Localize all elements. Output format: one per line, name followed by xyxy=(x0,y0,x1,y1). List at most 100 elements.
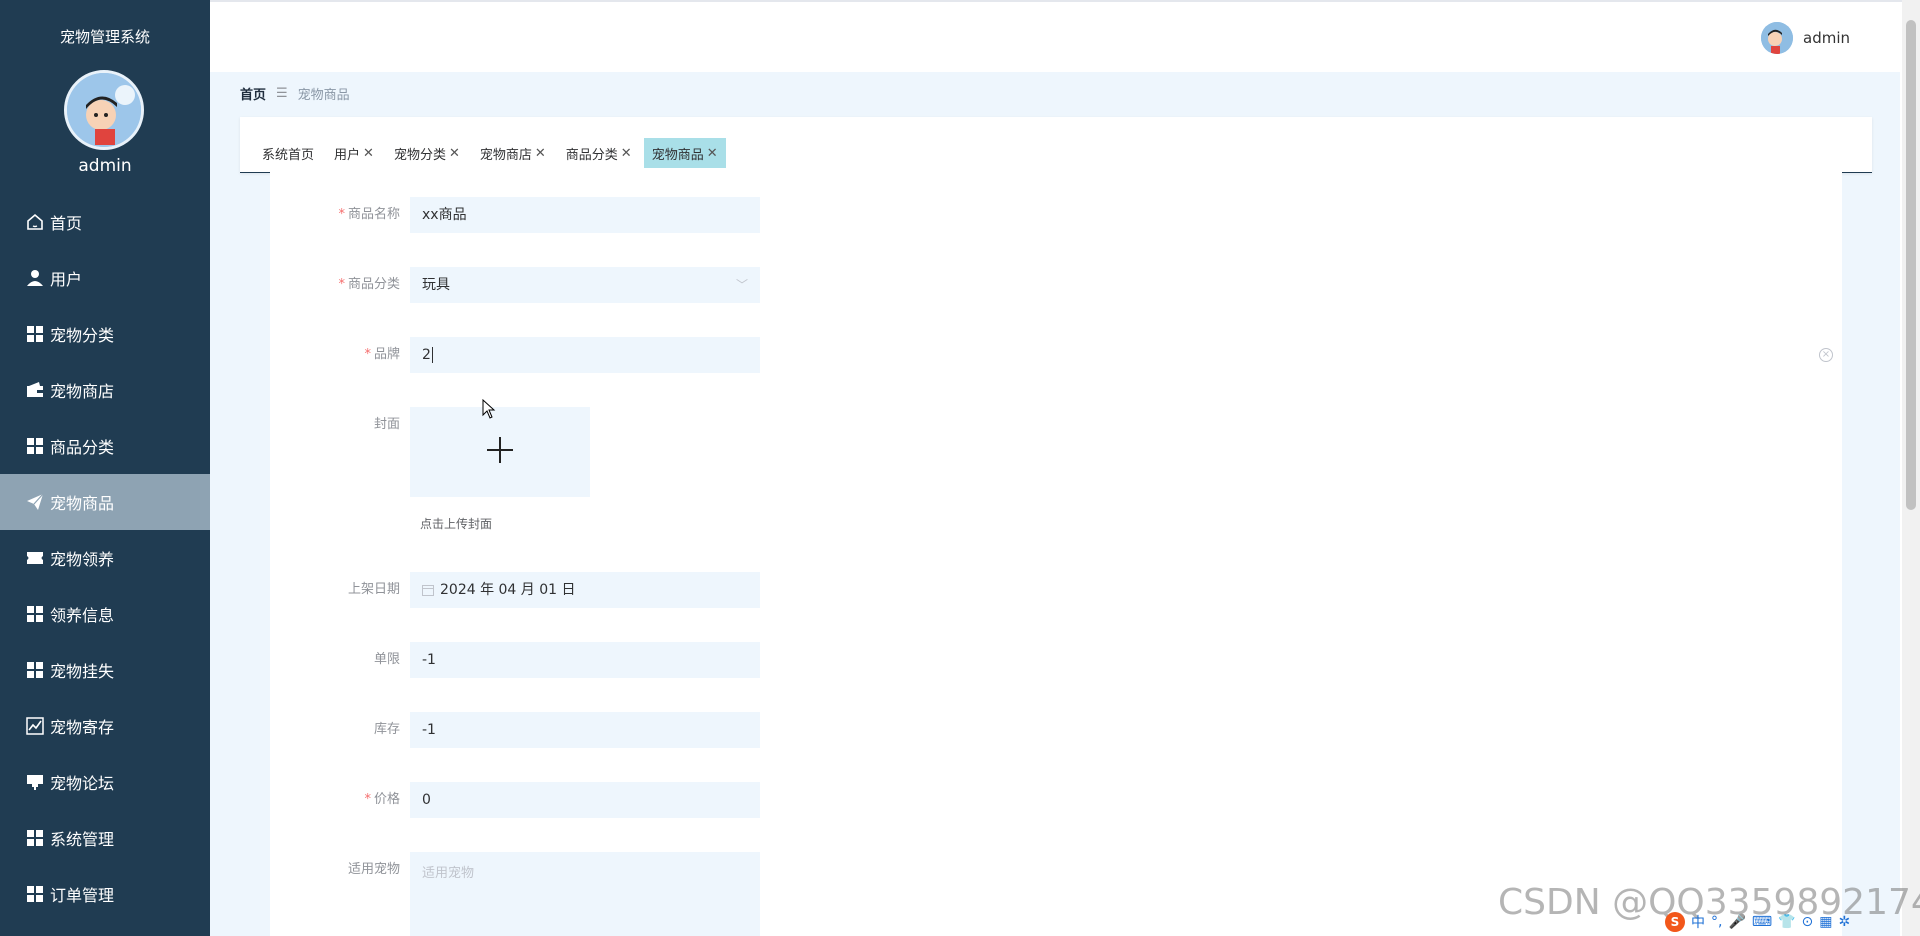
top-bar: admin xyxy=(210,0,1920,72)
tab-goods-category[interactable]: 商品分类 ✕ xyxy=(558,138,640,168)
sidebar-item-pet-lost[interactable]: 宠物挂失 xyxy=(0,642,210,698)
breadcrumb-home[interactable]: 首页 xyxy=(240,84,266,103)
sidebar-item-label: 领养信息 xyxy=(50,606,115,625)
main-content: 首页 ☰ 宠物商品 系统首页 用户 ✕ 宠物分类 ✕ 宠物商店 ✕ 商品分类 ✕ xyxy=(210,72,1900,936)
price-input[interactable]: 0 xyxy=(410,782,760,818)
sidebar-username: admin xyxy=(78,156,132,176)
date-picker[interactable]: 2024 年 04 月 01 日 xyxy=(410,572,760,608)
form-row-name: * 商品名称 xx商品 xyxy=(270,197,760,233)
sidebar-item-pet-forum[interactable]: 宠物论坛 xyxy=(0,754,210,810)
stock-input[interactable]: -1 xyxy=(410,712,760,748)
gamepad-icon[interactable]: ⊙ xyxy=(1802,914,1814,930)
sidebar-avatar xyxy=(64,70,144,150)
user-icon xyxy=(24,267,46,289)
plus-icon xyxy=(485,435,515,469)
microphone-icon[interactable]: 🎤 xyxy=(1728,914,1745,930)
grid-icon xyxy=(24,603,46,625)
date-label: 上架日期 xyxy=(347,582,400,597)
category-select[interactable]: 玩具 ﹀ xyxy=(410,267,760,303)
system-tray: S 中 °, 🎤 ⌨ 👕 ⊙ ▦ ✲ xyxy=(1665,911,1920,933)
tab-pet-category[interactable]: 宠物分类 ✕ xyxy=(386,138,468,168)
sidebar-item-label: 首页 xyxy=(50,214,83,233)
stock-label: 库存 xyxy=(373,722,400,737)
form-row-category: * 商品分类 玩具 ﹀ xyxy=(270,267,760,303)
calendar-icon xyxy=(422,584,434,596)
date-value: 2024 年 04 月 01 日 xyxy=(440,582,576,598)
name-label: * 商品名称 xyxy=(338,207,400,222)
toolbox-icon[interactable]: ▦ xyxy=(1819,914,1832,930)
sidebar-item-system-management[interactable]: 系统管理 xyxy=(0,810,210,866)
ime-mode-icon[interactable]: 中 xyxy=(1691,912,1705,932)
settings-icon[interactable]: ✲ xyxy=(1839,914,1851,930)
send-icon xyxy=(24,491,46,513)
close-icon[interactable]: ✕ xyxy=(363,146,374,161)
brand-input[interactable]: 2 xyxy=(410,337,760,373)
close-icon[interactable]: ✕ xyxy=(621,146,632,161)
sidebar-item-goods-category[interactable]: 商品分类 xyxy=(0,418,210,474)
close-icon[interactable]: ✕ xyxy=(535,146,546,161)
sidebar-item-pet-category[interactable]: 宠物分类 xyxy=(0,306,210,362)
clear-icon[interactable]: × xyxy=(1819,348,1833,362)
suitable-pet-label: 适用宠物 xyxy=(347,862,400,877)
sidebar-item-pet-deposit[interactable]: 宠物寄存 xyxy=(0,698,210,754)
sidebar-item-pet-shop[interactable]: 宠物商店 xyxy=(0,362,210,418)
sidebar-item-order-management[interactable]: 订单管理 xyxy=(0,866,210,922)
tags-view: 系统首页 用户 ✕ 宠物分类 ✕ 宠物商店 ✕ 商品分类 ✕ 宠物商品 ✕ xyxy=(240,117,1872,173)
keyboard-icon[interactable]: ⌨ xyxy=(1752,914,1772,930)
limit-input[interactable]: -1 xyxy=(410,642,760,678)
tab-label: 系统首页 xyxy=(262,147,315,163)
required-mark: * xyxy=(338,207,345,222)
tab-label: 宠物商品 xyxy=(651,147,704,163)
cover-label: 封面 xyxy=(373,417,400,432)
tab-label: 宠物商店 xyxy=(479,147,532,163)
tab-label: 用户 xyxy=(334,147,361,163)
sidebar-item-user[interactable]: 用户 xyxy=(0,250,210,306)
skin-icon[interactable]: 👕 xyxy=(1778,914,1795,930)
grid-icon xyxy=(24,827,46,849)
name-input[interactable]: xx商品 xyxy=(410,197,760,233)
tab-label: 商品分类 xyxy=(565,147,618,163)
tab-user[interactable]: 用户 ✕ xyxy=(326,138,382,168)
scrollbar-thumb[interactable] xyxy=(1906,20,1916,510)
avatar xyxy=(1761,22,1793,54)
category-label: * 商品分类 xyxy=(338,277,400,292)
page-scrollbar[interactable] xyxy=(1902,0,1920,936)
tab-pet-goods[interactable]: 宠物商品 ✕ xyxy=(643,138,726,168)
sidebar-item-label: 宠物论坛 xyxy=(50,774,115,793)
user-menu[interactable]: admin xyxy=(1761,22,1850,54)
required-mark: * xyxy=(364,792,371,807)
form-row-cover: 封面 点击上传封面 xyxy=(270,407,590,547)
tab-system-home[interactable]: 系统首页 xyxy=(254,138,322,168)
brand-label: * 品牌 xyxy=(364,347,400,362)
grid-icon xyxy=(24,323,46,345)
sidebar-item-label: 宠物商店 xyxy=(50,382,115,401)
sidebar: 宠物管理系统 admin 首页 用户 宠物分类 宠物商店 商品分类 宠物商品 宠… xyxy=(0,0,210,936)
grid-icon xyxy=(24,883,46,905)
sidebar-item-home[interactable]: 首页 xyxy=(0,194,210,250)
close-icon[interactable]: ✕ xyxy=(707,146,718,161)
sidebar-item-label: 用户 xyxy=(50,270,83,289)
sidebar-item-label: 商品分类 xyxy=(50,438,115,457)
punctuation-icon[interactable]: °, xyxy=(1711,914,1722,930)
sidebar-item-pet-adoption[interactable]: 宠物领养 xyxy=(0,530,210,586)
tab-pet-shop[interactable]: 宠物商店 ✕ xyxy=(472,138,554,168)
ticket-icon xyxy=(24,547,46,569)
sidebar-item-label: 宠物分类 xyxy=(50,326,115,345)
limit-label: 单限 xyxy=(373,652,400,667)
tab-list: 系统首页 用户 ✕ 宠物分类 ✕ 宠物商店 ✕ 商品分类 ✕ 宠物商品 ✕ xyxy=(254,138,730,168)
required-mark: * xyxy=(338,277,345,292)
sidebar-item-pet-goods[interactable]: 宠物商品 xyxy=(0,474,210,530)
sidebar-item-adoption-info[interactable]: 领养信息 xyxy=(0,586,210,642)
form-row-date: 上架日期 2024 年 04 月 01 日 xyxy=(270,572,760,608)
suitable-pet-textarea[interactable]: 适用宠物 xyxy=(410,852,760,936)
category-value: 玩具 xyxy=(422,277,450,293)
sidebar-item-label: 宠物领养 xyxy=(50,550,115,569)
upload-hint: 点击上传封面 xyxy=(420,517,493,531)
form-row-stock: 库存 -1 xyxy=(270,712,760,748)
header-username: admin xyxy=(1803,29,1850,47)
close-icon[interactable]: ✕ xyxy=(449,146,460,161)
sogou-icon[interactable]: S xyxy=(1665,912,1685,932)
form-row-suitable-pet: 适用宠物 适用宠物 xyxy=(270,852,760,936)
form-row-limit: 单限 -1 xyxy=(270,642,760,678)
cover-upload[interactable] xyxy=(410,407,590,497)
